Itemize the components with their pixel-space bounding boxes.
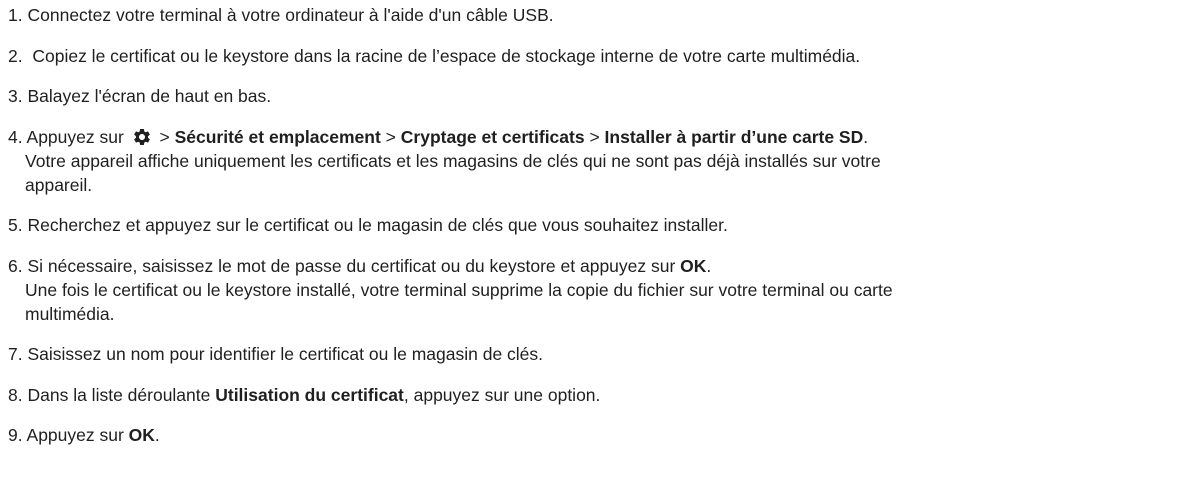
menu-path-install-sd: Installer à partir d’une carte SD bbox=[604, 126, 864, 147]
step-8: 8. Dans la liste déroulante Utilisation … bbox=[8, 383, 1191, 407]
step-text: Saisissez un nom pour identifier le cert… bbox=[27, 344, 544, 364]
step-number: 1. bbox=[8, 5, 23, 25]
gear-icon bbox=[131, 127, 153, 147]
step-3: 3. Balayez l'écran de haut en bas. bbox=[8, 84, 1191, 108]
step-end: . bbox=[863, 126, 869, 147]
step-end: , appuyez sur une option. bbox=[403, 384, 601, 405]
step-number: 5. bbox=[8, 215, 23, 235]
step-text: Si nécessaire, saisissez le mot de passe… bbox=[27, 255, 681, 276]
step-7: 7. Saisissez un nom pour identifier le c… bbox=[8, 342, 1191, 366]
step-number: 3. bbox=[8, 86, 23, 106]
ok-label: OK bbox=[128, 425, 155, 445]
step-detail: Une fois le certificat ou le keystore in… bbox=[8, 278, 1191, 326]
instructions-page: 1. Connectez votre terminal à votre ordi… bbox=[0, 0, 1191, 497]
step-1: 1. Connectez votre terminal à votre ordi… bbox=[8, 3, 1191, 27]
step-end: . bbox=[154, 425, 160, 445]
step-number: 7. bbox=[8, 344, 23, 364]
menu-path-encryption: Cryptage et certificats bbox=[400, 126, 585, 147]
menu-path-security: Sécurité et emplacement bbox=[174, 126, 381, 147]
menu-separator: > bbox=[380, 126, 401, 147]
step-text: Dans la liste déroulante bbox=[27, 384, 216, 405]
step-5: 5. Recherchez et appuyez sur le certific… bbox=[8, 213, 1191, 237]
step-text: Balayez l'écran de haut en bas. bbox=[27, 86, 272, 106]
step-9: 9. Appuyez sur OK. bbox=[8, 423, 1191, 447]
step-text: Recherchez et appuyez sur le certificat … bbox=[27, 215, 728, 235]
step-4: 4. Appuyez sur > Sécurité et emplacement… bbox=[8, 125, 1191, 197]
menu-separator: > bbox=[154, 126, 175, 147]
step-number: 8. bbox=[8, 384, 23, 405]
certificate-usage-label: Utilisation du certificat bbox=[215, 384, 404, 405]
step-end: . bbox=[706, 255, 712, 276]
step-number: 2. bbox=[8, 45, 23, 66]
detail-line: Une fois le certificat ou le keystore in… bbox=[25, 279, 893, 300]
menu-separator: > bbox=[584, 126, 605, 147]
step-text: Appuyez sur bbox=[26, 425, 129, 445]
step-detail: Votre appareil affiche uniquement les ce… bbox=[8, 149, 1191, 197]
step-2: 2. Copiez le certificat ou le keystore d… bbox=[8, 44, 1191, 68]
detail-line: multimédia. bbox=[25, 303, 115, 324]
step-6: 6. Si nécessaire, saisissez le mot de pa… bbox=[8, 254, 1191, 326]
steps-list: 1. Connectez votre terminal à votre ordi… bbox=[8, 3, 1191, 447]
step-number: 4. bbox=[8, 126, 23, 147]
ok-label: OK bbox=[680, 255, 707, 276]
detail-line: Votre appareil affiche uniquement les ce… bbox=[25, 150, 881, 171]
step-text: Connectez votre terminal à votre ordinat… bbox=[27, 5, 554, 25]
step-text: Appuyez sur bbox=[26, 126, 129, 147]
detail-line: appareil. bbox=[25, 174, 93, 195]
step-number: 6. bbox=[8, 255, 23, 276]
step-number: 9. bbox=[8, 425, 23, 445]
step-text: Copiez le certificat ou le keystore dans… bbox=[27, 45, 861, 66]
